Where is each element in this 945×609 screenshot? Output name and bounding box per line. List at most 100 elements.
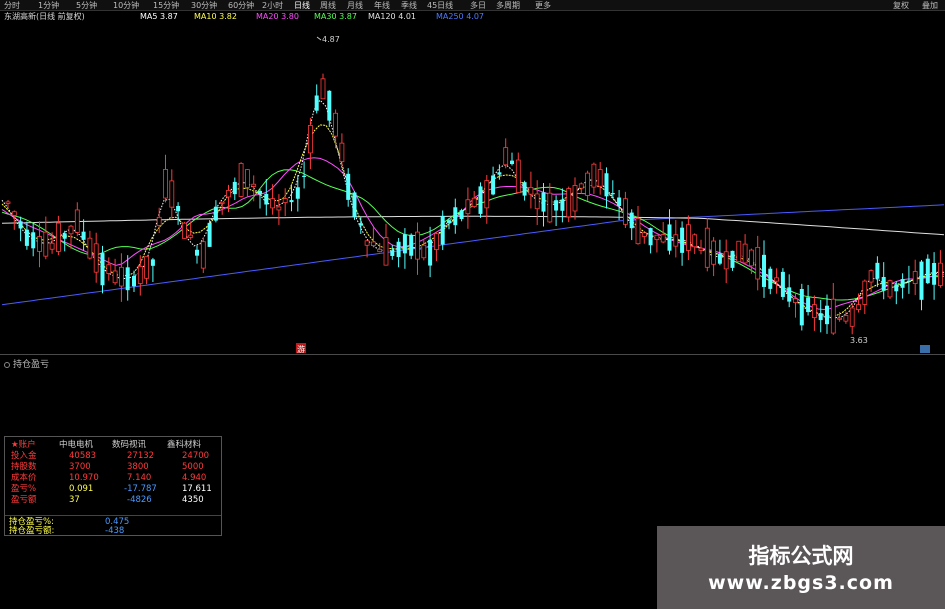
candle-body [938, 262, 943, 286]
candle-body [156, 216, 162, 226]
candle-body [547, 192, 553, 223]
restore-rights-button[interactable]: 复权 [893, 0, 909, 11]
row-label-cost: 成本价 [11, 473, 37, 483]
candle [471, 191, 477, 208]
site-watermark: 指标公式网 www.zbgs3.com [657, 526, 945, 609]
candle [307, 117, 313, 170]
candle [43, 216, 49, 260]
cell-pnl-amt-3: 4350 [182, 495, 204, 505]
candle-body [799, 288, 804, 326]
candle-body [106, 264, 112, 274]
candle-body [112, 270, 118, 284]
candlestick-chart[interactable]: 4.87 3.63 游 [0, 22, 945, 355]
candle [276, 194, 282, 225]
candle-body [18, 221, 23, 229]
candle-body [484, 180, 490, 209]
candle [282, 188, 288, 217]
candle-body [207, 222, 212, 247]
candle [119, 253, 124, 302]
candle-body [522, 182, 527, 196]
cell-invest-1: 40583 [69, 451, 97, 461]
tab-15min[interactable]: 15分钟 [153, 0, 179, 11]
candle-body [132, 275, 136, 287]
candle-body [176, 205, 181, 212]
tab-45day[interactable]: 45日线 [427, 0, 453, 11]
candle-body [49, 242, 55, 250]
candle-body [510, 160, 514, 165]
panel-toggle-icon[interactable] [4, 361, 10, 368]
tab-60min[interactable]: 60分钟 [228, 0, 254, 11]
table-header-col2: 数码视讯 [112, 440, 147, 450]
candle-body [837, 317, 842, 320]
candle [195, 245, 199, 264]
tab-multi-period[interactable]: 多周期 [496, 0, 520, 11]
panel-divider[interactable] [0, 354, 945, 355]
tab-5min[interactable]: 5分钟 [76, 0, 97, 11]
candle-body [648, 228, 653, 246]
candle-body [686, 224, 691, 251]
ma20-readout: MA20 3.80 [256, 12, 299, 21]
tab-monthly[interactable]: 月线 [347, 0, 363, 11]
candle-body [433, 233, 439, 250]
tab-1min[interactable]: 1分钟 [38, 0, 59, 11]
tab-yearly[interactable]: 年线 [374, 0, 390, 11]
candle-body [912, 271, 918, 284]
low-price-label: 3.63 [850, 336, 868, 345]
candle [787, 274, 792, 308]
candle [459, 208, 464, 222]
candle [673, 219, 679, 258]
candle-body [169, 180, 175, 208]
tab-weekly[interactable]: 周线 [320, 0, 336, 11]
cell-pnl-amt-2: -4826 [127, 495, 152, 505]
footer-label-pnl-amt: 持仓盈亏额: [9, 526, 55, 536]
row-label-pnl-amt: 盈亏额 [11, 495, 37, 505]
candle-body [503, 147, 509, 166]
candle-body [346, 173, 351, 200]
candle-body [541, 192, 546, 212]
tab-30min[interactable]: 30分钟 [191, 0, 217, 11]
candle [597, 162, 603, 195]
scroll-marker[interactable] [920, 345, 930, 353]
watermark-title: 指标公式网 [748, 544, 854, 568]
candle-body [188, 234, 194, 238]
candle [912, 259, 918, 296]
candle [339, 133, 345, 169]
candle [258, 188, 262, 209]
candle [635, 206, 641, 245]
candle-body [251, 183, 257, 187]
candle [132, 270, 136, 293]
candle [144, 256, 150, 285]
overlay-button[interactable]: 叠加 [922, 0, 938, 11]
candle [93, 232, 99, 283]
candle-body [641, 232, 647, 237]
tab-more[interactable]: 更多 [535, 0, 551, 11]
candle [200, 237, 206, 273]
candle-body [692, 234, 698, 248]
candle-body [843, 315, 849, 322]
candle-body [370, 241, 376, 246]
candle-body [597, 169, 603, 187]
candle [591, 162, 597, 194]
candle [617, 189, 622, 221]
tab-10min[interactable]: 10分钟 [113, 0, 139, 11]
candle-body [925, 258, 930, 284]
cell-pnl-pct-3: 17.611 [182, 484, 212, 494]
candle-body [238, 163, 244, 197]
event-badge[interactable]: 游 [297, 344, 305, 354]
tab-multiday[interactable]: 多日 [470, 0, 486, 11]
candle [806, 284, 811, 316]
candle [938, 250, 943, 288]
candle [163, 154, 168, 203]
candle-body [364, 240, 370, 246]
tab-2hour[interactable]: 2小时 [262, 0, 283, 11]
candle-body [868, 270, 874, 283]
tab-daily[interactable]: 日线 [294, 0, 310, 11]
cell-pnl-pct-1: 0.091 [69, 484, 94, 494]
candle-body [604, 173, 609, 197]
candle [478, 182, 483, 218]
candle [768, 266, 773, 295]
candle [81, 219, 86, 251]
tab-fenshi[interactable]: 分时 [4, 0, 20, 11]
tab-quarterly[interactable]: 季线 [401, 0, 417, 11]
candle [541, 183, 546, 227]
